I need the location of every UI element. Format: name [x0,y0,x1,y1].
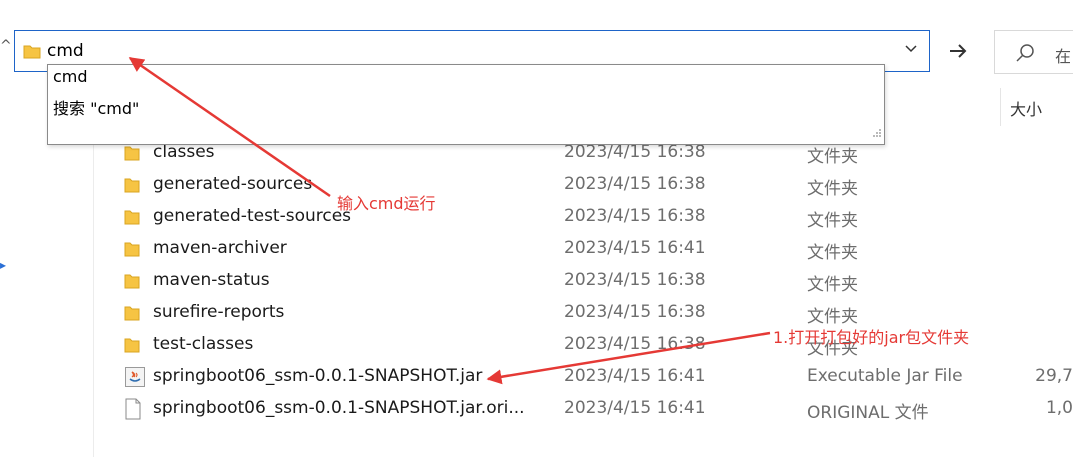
folder-icon [124,206,142,230]
file-name: maven-status [153,270,270,290]
file-type: 文件夹 [807,275,858,295]
file-type: 文件夹 [807,179,858,199]
file-size: 1,0 [1045,398,1073,418]
annotation-jar-note: 1.打开打包好的jar包文件夹 [773,328,970,347]
file-name: generated-test-sources [153,206,352,226]
nav-pane-marker-icon: ▸ [0,258,7,272]
folder-icon [23,43,41,63]
java-jar-icon [124,366,146,392]
file-modified-date: 2023/4/15 16:41 [564,366,706,386]
file-row[interactable]: generated-sources 2023/4/15 16:38 文件夹 [100,168,1073,200]
file-name: surefire-reports [153,302,285,322]
file-modified-date: 2023/4/15 16:38 [564,334,706,354]
nav-up-chevron-icon[interactable]: ^ [0,38,12,54]
file-modified-date: 2023/4/15 16:38 [564,270,706,290]
file-row[interactable]: maven-status 2023/4/15 16:38 文件夹 [100,264,1073,296]
file-modified-date: 2023/4/15 16:38 [564,174,706,194]
file-name: generated-sources [153,174,313,194]
file-name: springboot06_ssm-0.0.1-SNAPSHOT.jar.ori.… [153,398,525,418]
folder-icon [124,334,142,358]
address-history-chevron-down-icon[interactable] [899,39,923,63]
title-strip [0,0,1073,24]
annotation-cmd-note: 输入cmd运行 [337,194,436,213]
address-input[interactable] [47,39,867,63]
folder-icon [124,174,142,198]
column-divider[interactable] [1000,88,1001,126]
folder-icon [124,238,142,262]
suggestion-item[interactable]: cmd [53,67,88,86]
resize-grip-icon[interactable] [872,123,882,142]
file-modified-date: 2023/4/15 16:41 [564,238,706,258]
file-type: Executable Jar File [807,366,963,386]
file-type: 文件夹 [807,243,858,263]
file-type: ORIGINAL 文件 [807,403,929,423]
search-icon [1015,43,1035,67]
file-icon [124,398,142,424]
file-name: springboot06_ssm-0.0.1-SNAPSHOT.jar [153,366,483,386]
file-modified-date: 2023/4/15 16:38 [564,302,706,322]
file-modified-date: 2023/4/15 16:41 [564,398,706,418]
file-size: 29,7 [1035,366,1073,386]
file-modified-date: 2023/4/15 16:38 [564,142,706,162]
go-arrow-button[interactable] [940,32,976,70]
suggestion-item[interactable]: 搜索 "cmd" [53,95,139,119]
folder-icon [124,142,142,166]
folder-icon [124,270,142,294]
file-row[interactable]: springboot06_ssm-0.0.1-SNAPSHOT.jar 2023/… [100,360,1073,392]
file-row[interactable]: maven-archiver 2023/4/15 16:41 文件夹 [100,232,1073,264]
file-row[interactable]: generated-test-sources 2023/4/15 16:38 文件夹 [100,200,1073,232]
folder-icon [124,302,142,326]
file-modified-date: 2023/4/15 16:38 [564,206,706,226]
file-name: test-classes [153,334,254,354]
arrow-right-icon [950,44,967,58]
column-header-size[interactable]: 大小 [1010,96,1042,120]
file-name: maven-archiver [153,238,287,258]
file-type: 文件夹 [807,147,858,167]
address-suggestion-list: cmd 搜索 "cmd" [47,64,885,145]
file-row[interactable]: springboot06_ssm-0.0.1-SNAPSHOT.jar.ori.… [100,392,1073,424]
file-type: 文件夹 [807,211,858,231]
file-name: classes [153,142,215,162]
search-placeholder: 在 [1055,47,1072,66]
search-box[interactable]: 在 [994,30,1073,74]
